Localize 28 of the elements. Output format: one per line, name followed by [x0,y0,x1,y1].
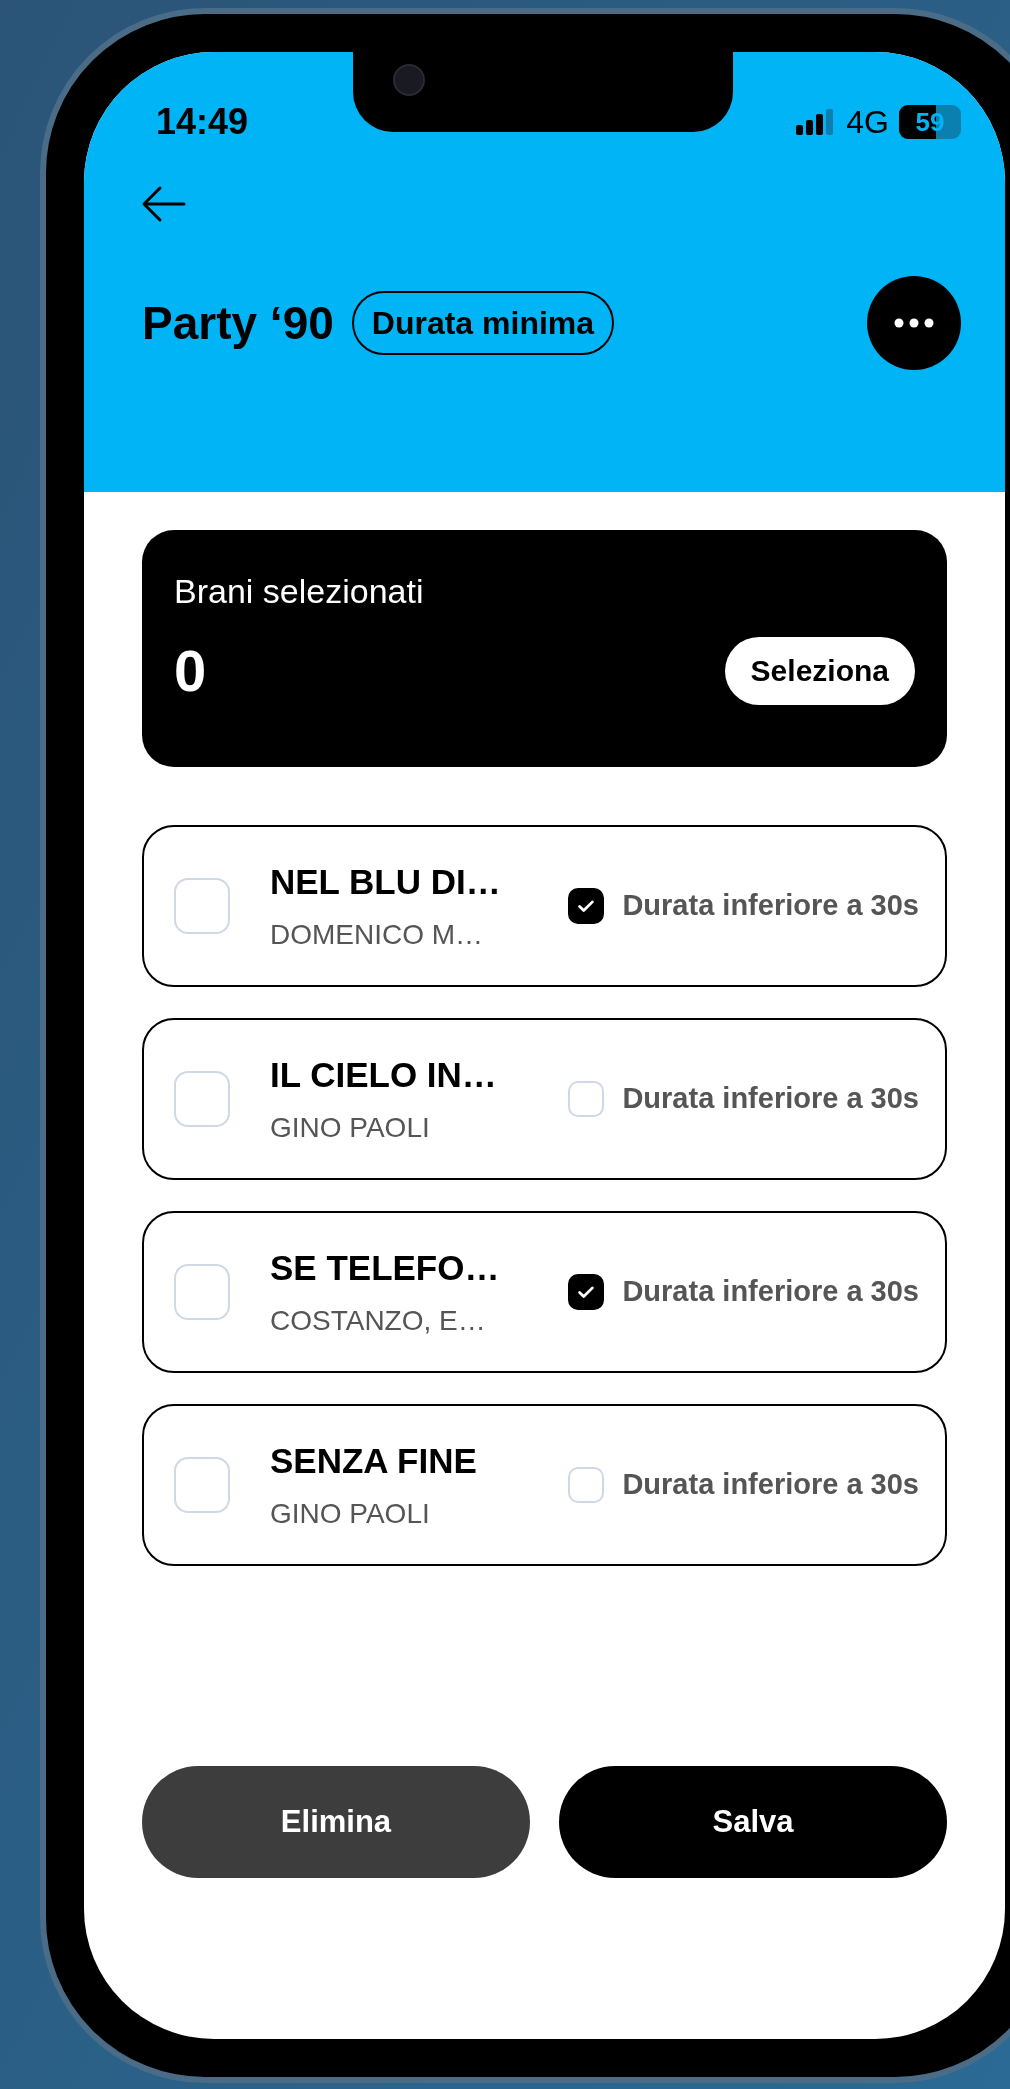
select-button[interactable]: Seleziona [724,636,915,705]
checkbox[interactable] [568,888,605,924]
song-title: SENZA FINE [270,1439,478,1482]
delete-button[interactable]: Elimina [142,1766,530,1878]
save-button[interactable]: Salva [559,1766,947,1878]
short-duration-label: Durata inferiore a 30s [622,1081,919,1117]
network-label: 4G [846,103,889,142]
song-card[interactable]: SE TELEFO… COSTANZO, E… Durata inferiore a 30s [142,1211,947,1373]
short-duration-label: Durata inferiore a 30s [622,1274,919,1310]
song-artist: GINO PAOLI [270,1111,431,1146]
song-title: IL CIELO IN… [270,1053,498,1096]
selected-count: 0 [174,637,207,705]
song-card[interactable]: NEL BLU DI… DOMENICO M… Durata inferiore a 30s [142,825,947,987]
camera-icon [393,64,425,96]
status-time: 14:49 [156,100,249,144]
song-title: SE TELEFO… [270,1246,501,1289]
song-artist: DOMENICO M… [270,918,485,953]
back-arrow-icon[interactable] [140,184,188,224]
short-duration-label: Durata inferiore a 30s [622,888,919,924]
short-duration-label: Durata inferiore a 30s [622,1467,919,1503]
more-icon [894,318,934,328]
duration-badge: Durata minima [351,291,615,355]
song-artist: GINO PAOLI [270,1497,431,1532]
song-artist: COSTANZO, E… [270,1304,487,1339]
playlist-title: Party ‘90 [142,295,334,351]
summary-label: Brani selezionati [174,571,425,612]
checkbox[interactable] [568,1274,605,1310]
song-title: NEL BLU DI… [270,860,502,903]
